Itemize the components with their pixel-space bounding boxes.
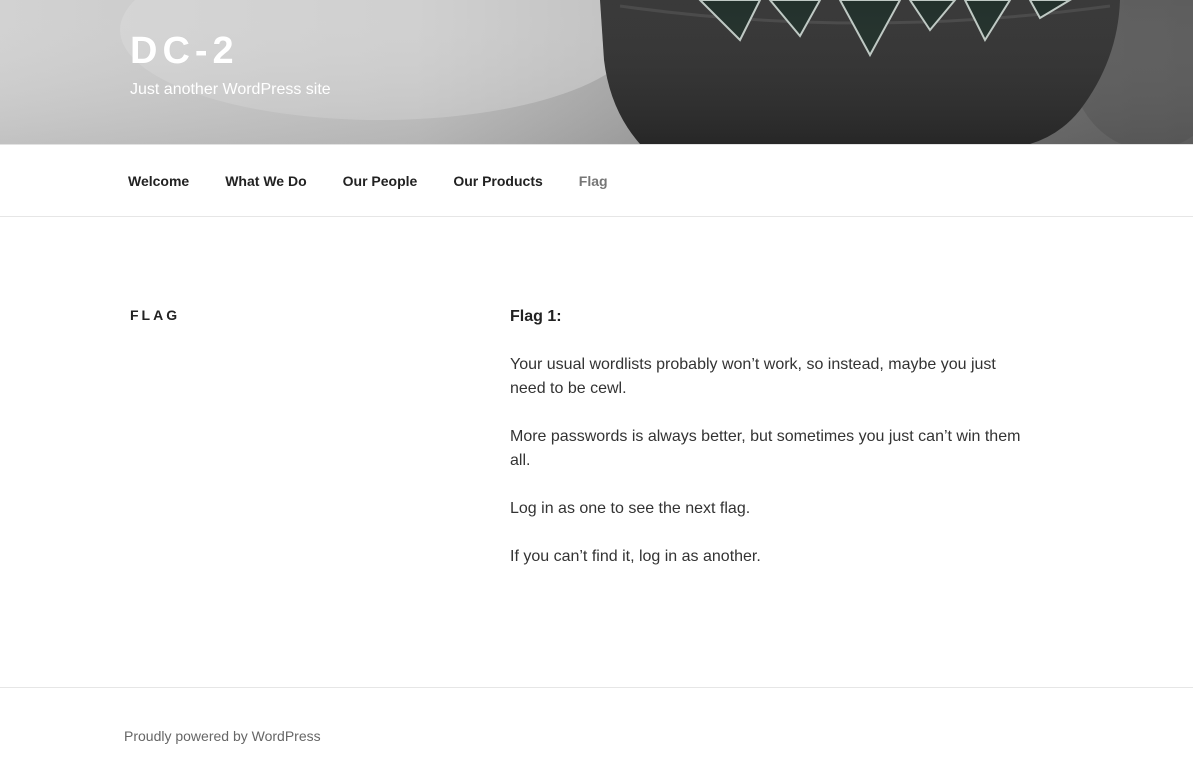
site-title[interactable]: DC-2 [130,28,331,74]
site-description: Just another WordPress site [130,81,331,98]
footer-credit-link[interactable]: Proudly powered by WordPress [124,728,321,744]
site-header: DC-2 Just another WordPress site [0,0,1193,144]
page-title: FLAG [130,307,181,323]
nav-item-our-people[interactable]: Our People [325,171,436,191]
paragraph-flag-heading: Flag 1: [510,305,1030,329]
paragraph: Your usual wordlists probably won’t work… [510,356,996,397]
site-footer: Proudly powered by WordPress [0,687,1193,780]
paragraph: Log in as one to see the next flag. [510,500,751,517]
flag-heading: Flag 1: [510,308,562,325]
paragraph: More passwords is always better, but som… [510,428,1021,469]
nav-menu: Welcome What We Do Our People Our Produc… [110,145,626,217]
entry-content: Flag 1: Your usual wordlists probably wo… [510,305,1030,593]
nav-item-welcome[interactable]: Welcome [110,171,207,191]
nav-item-flag[interactable]: Flag [561,171,626,191]
paragraph: If you can’t find it, log in as another. [510,548,761,565]
main-navigation: Welcome What We Do Our People Our Produc… [0,144,1193,217]
nav-item-our-products[interactable]: Our Products [435,171,560,191]
site-branding: DC-2 Just another WordPress site [130,28,331,100]
content-area: FLAG Flag 1: Your usual wordlists probab… [0,217,1193,687]
nav-item-what-we-do[interactable]: What We Do [207,171,324,191]
